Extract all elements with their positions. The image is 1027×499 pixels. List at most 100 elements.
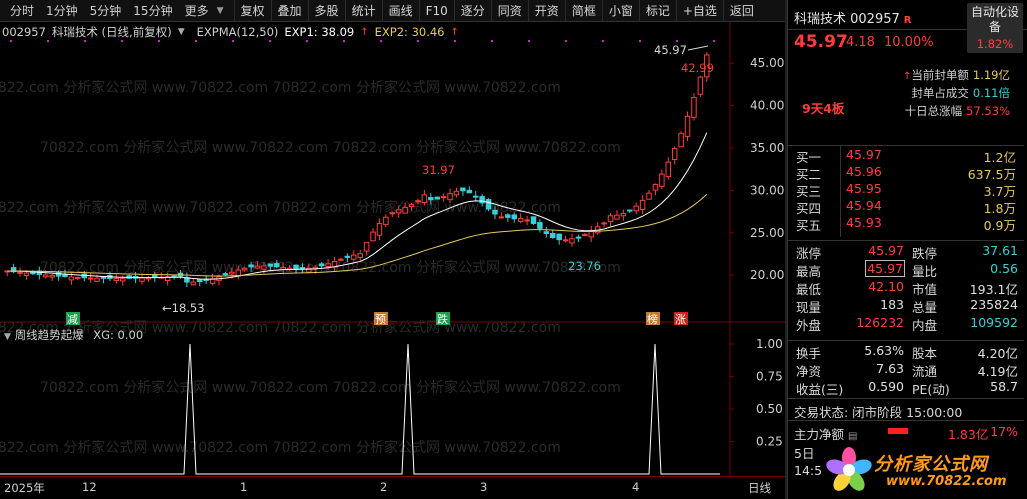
back-button[interactable]: 返回 xyxy=(722,0,760,22)
add-watchlist-button[interactable]: +自选 xyxy=(675,0,723,22)
ob-price: 45.94 xyxy=(846,198,882,213)
event-tag-text: 涨 xyxy=(675,313,686,326)
watermark-text: 70822.com 分析家公式网 www.70822.com 70822.com… xyxy=(40,379,621,396)
price-change-pct: 10.00% xyxy=(884,35,934,50)
candle-body xyxy=(614,214,620,220)
kline-chart[interactable]: 70822.com 分析家公式网 www.70822.com 70822.com… xyxy=(0,22,785,476)
candle-body xyxy=(562,239,569,242)
y-tick-label: 30.00 xyxy=(750,183,784,197)
candle-body xyxy=(498,216,505,219)
orderbook-row[interactable]: 买五 45.93 0.9万 xyxy=(788,214,1024,233)
simple-frame-button[interactable]: 简框 xyxy=(564,0,602,22)
seal-ratio-row: 封单占成交 0.11倍 xyxy=(911,86,1010,100)
candle-body xyxy=(550,232,556,238)
price-change: 4.18 xyxy=(846,35,875,50)
five-day-label: 5日 xyxy=(794,446,815,461)
chevron-down-icon[interactable]: ▼ xyxy=(178,27,185,37)
signal-dot xyxy=(565,40,567,42)
arrow-up-icon: ↑ xyxy=(360,26,369,38)
candle-body xyxy=(376,223,383,236)
legend-exp2: EXP2: 30.46 xyxy=(374,25,445,39)
signal-dot xyxy=(454,40,456,42)
signal-dot xyxy=(676,40,678,42)
candle-body xyxy=(338,258,344,261)
period-15min[interactable]: 15分钟 xyxy=(127,2,178,19)
fuquan-button[interactable]: 复权 xyxy=(233,0,271,22)
main-flow-row: 主力净额 ▤ 1.83亿 17% xyxy=(788,420,1024,442)
candle-body xyxy=(100,276,107,279)
draw-line-button[interactable]: 画线 xyxy=(381,0,419,22)
mark-button[interactable]: 标记 xyxy=(638,0,676,22)
orderbook-row[interactable]: 买一 45.97 1.2亿 xyxy=(788,146,1024,165)
sub-indicator-name: 周线趋势起爆 xyxy=(14,328,84,342)
sub-y-tick-label: 1.00 xyxy=(756,337,783,351)
same-fund-button[interactable]: 同资 xyxy=(490,0,528,22)
sub-y-tick-label: 0.50 xyxy=(756,402,783,416)
candle-body xyxy=(299,267,306,270)
kline-chart-area[interactable]: 70822.com 分析家公式网 www.70822.com 70822.com… xyxy=(0,22,785,499)
flow-bar xyxy=(888,428,908,434)
candle-body xyxy=(389,212,396,215)
orderbook-row[interactable]: 买四 45.94 1.8万 xyxy=(788,197,1024,216)
stat-value: 45.97 xyxy=(865,260,905,277)
watermark-text: 70822.com 分析家公式网 www.70822.com 70822.com… xyxy=(0,79,561,96)
chevron-down-icon[interactable]: ▼ xyxy=(4,332,11,342)
candle-body xyxy=(267,263,274,267)
y-tick-label: 35.00 xyxy=(750,141,784,155)
multi-stock-button[interactable]: 多股 xyxy=(307,0,345,22)
orderbook-row[interactable]: 买三 45.95 3.7万 xyxy=(788,180,1024,199)
period-more[interactable]: 更多 xyxy=(179,2,215,19)
chevron-down-icon[interactable]: ▼ xyxy=(215,6,226,16)
list-icon: ▤ xyxy=(848,431,858,442)
watermark-text: 70822.com 分析家公式网 www.70822.com 70822.com… xyxy=(0,199,561,216)
period-5min[interactable]: 5分钟 xyxy=(84,2,128,19)
candle-body xyxy=(537,222,543,229)
candle-body xyxy=(49,275,55,278)
period-intraday[interactable]: 分时 xyxy=(4,2,40,19)
statistics-button[interactable]: 统计 xyxy=(344,0,382,22)
event-tag-text: 减 xyxy=(67,313,78,326)
candle-body xyxy=(678,132,684,148)
per-minute-button[interactable]: 逐分 xyxy=(453,0,491,22)
candle-body xyxy=(383,216,389,225)
close-high-label: 42.99 xyxy=(681,61,714,75)
flow-pct: 17% xyxy=(990,424,1018,439)
candle-body xyxy=(697,76,704,95)
candle-body xyxy=(261,265,267,270)
candle-body xyxy=(428,197,434,201)
ten-day-row: 十日总涨幅 57.53% xyxy=(904,104,1010,118)
logo-text: 分析家公式网 xyxy=(874,454,988,475)
ob-price: 45.93 xyxy=(846,215,882,230)
open-fund-button[interactable]: 开资 xyxy=(527,0,565,22)
signal-dot xyxy=(232,40,234,42)
candle-body xyxy=(524,219,530,222)
candle-body xyxy=(94,277,100,282)
divider xyxy=(840,145,841,237)
x-label-mar: 3 xyxy=(480,480,488,494)
stat-value: 42.10 xyxy=(868,279,904,294)
sector-tag[interactable]: 自动化设备 1.82% xyxy=(967,3,1023,53)
stats-table: 涨停 45.97 跌停 37.61 最高 45.97 量比 0.56 最低 42.10 市值 193.… xyxy=(788,240,1024,333)
x-label-jan: 1 xyxy=(240,480,248,494)
candle-body xyxy=(248,264,254,268)
candle-body xyxy=(344,255,351,258)
orderbook-row[interactable]: 买二 45.96 637.5万 xyxy=(788,163,1024,182)
small-window-button[interactable]: 小窗 xyxy=(601,0,639,22)
sub-y-tick-label: 0.25 xyxy=(756,435,783,449)
candle-body xyxy=(293,264,299,270)
period-1min[interactable]: 1分钟 xyxy=(40,2,84,19)
candle-body xyxy=(415,200,421,203)
f10-button[interactable]: F10 xyxy=(418,0,454,22)
candle-body xyxy=(254,265,261,269)
candle-body xyxy=(75,276,81,279)
stat-value: 0.56 xyxy=(990,261,1018,276)
candle-body xyxy=(318,263,325,267)
candle-body xyxy=(190,281,197,286)
overlay-button[interactable]: 叠加 xyxy=(270,0,308,22)
candle-body xyxy=(556,233,562,241)
stats-row: 最低 42.10 市值 193.1亿 xyxy=(788,277,1024,297)
candle-body xyxy=(363,241,370,252)
stats-row: 最高 45.97 量比 0.56 xyxy=(788,259,1024,279)
candle-body xyxy=(582,234,588,237)
candle-body xyxy=(23,272,30,277)
